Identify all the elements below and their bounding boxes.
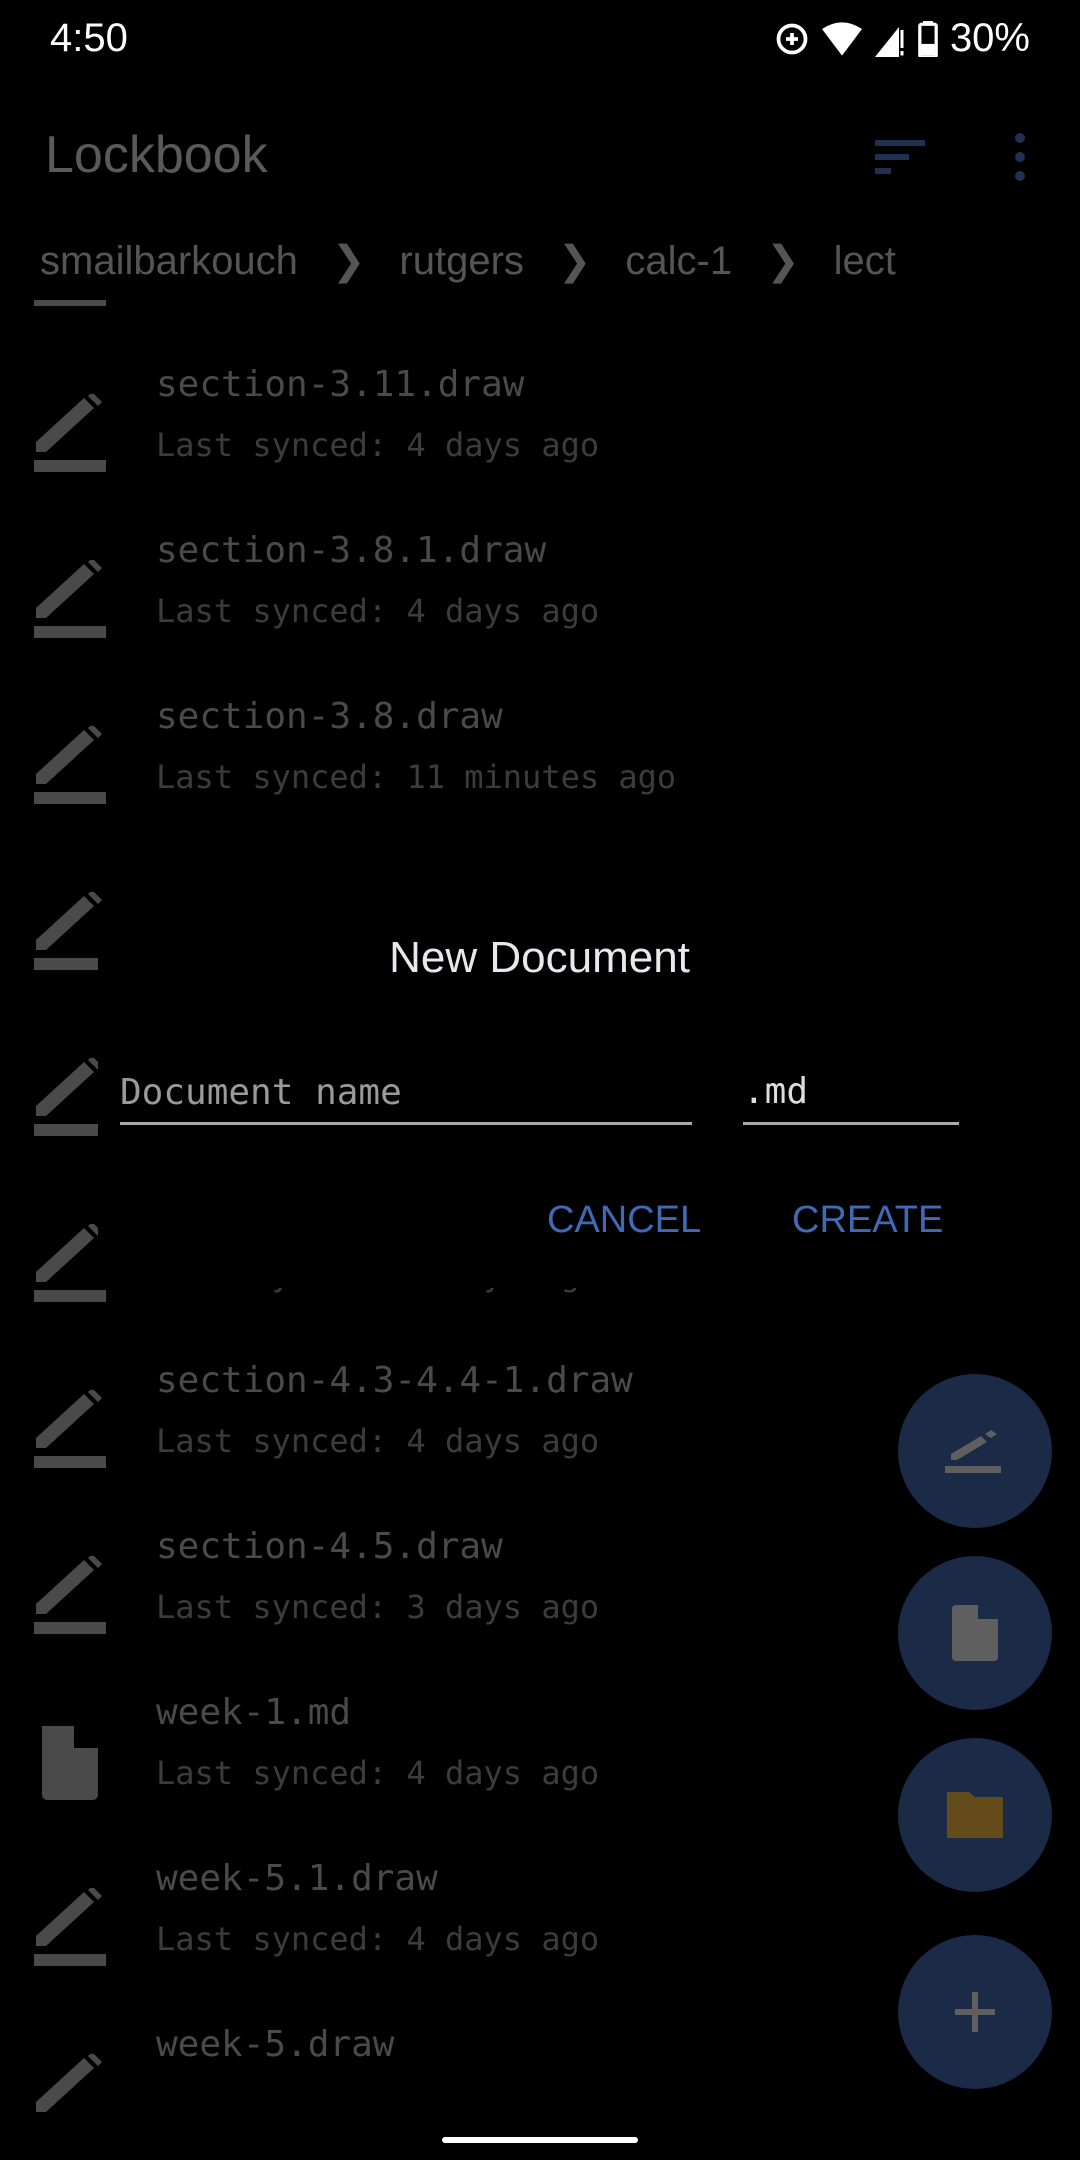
last-synced: Last synced: 3 days ago — [156, 1588, 600, 1626]
draw-icon — [34, 724, 106, 806]
last-synced: Last synced: 4 days ago — [156, 1422, 600, 1460]
draw-icon — [34, 890, 106, 972]
document-icon — [952, 1605, 998, 1661]
file-name: week-5.1.draw — [156, 1858, 438, 1899]
draw-icon — [34, 300, 106, 308]
extension-field[interactable]: .md — [743, 1063, 959, 1125]
battery-level: 30% — [949, 16, 1030, 60]
cancel-button[interactable]: CANCEL — [547, 1199, 701, 1242]
file-name: section-3.8.1.draw — [156, 530, 547, 571]
create-button[interactable]: CREATE — [792, 1199, 943, 1242]
new-folder-fab[interactable] — [898, 1738, 1052, 1892]
app-title: Lockbook — [45, 126, 268, 184]
draw-icon — [34, 1886, 106, 1968]
last-synced: Last synced: 4 days ago — [156, 426, 600, 464]
file-name: section-4.5.draw — [156, 1526, 503, 1567]
file-name: section-4.3-4.4-1.draw — [156, 1360, 633, 1401]
status-time: 4:50 — [50, 16, 128, 60]
status-icons: 30% — [774, 16, 1030, 61]
new-document-fab[interactable] — [898, 1556, 1052, 1710]
add-fab[interactable] — [898, 1935, 1052, 2089]
last-synced: Last synced: 11 minutes ago — [156, 758, 677, 796]
signal-icon — [874, 26, 904, 57]
more-options-icon[interactable] — [1005, 132, 1035, 182]
breadcrumb-item[interactable]: rutgers — [399, 239, 524, 284]
chevron-right-icon: ❯ — [331, 239, 366, 283]
file-list-item[interactable]: Last synced: 4 days ago — [0, 300, 1080, 354]
breadcrumb-item[interactable]: smailbarkouch — [40, 239, 298, 284]
last-synced: Last synced: 4 days ago — [156, 1920, 600, 1958]
draw-icon — [34, 2052, 106, 2120]
last-synced: Last synced: 4 days ago — [156, 592, 600, 630]
draw-icon — [945, 1430, 1001, 1473]
chevron-right-icon: ❯ — [766, 239, 800, 283]
data-saver-icon — [776, 23, 808, 54]
new-drawing-fab[interactable] — [898, 1374, 1052, 1528]
breadcrumb: smailbarkouch ❯ rutgers ❯ calc-1 ❯ lect — [40, 238, 896, 284]
plus-icon — [955, 1992, 995, 2032]
draw-icon — [34, 1222, 106, 1304]
folder-icon — [947, 1792, 1003, 1838]
draw-icon — [34, 1388, 106, 1470]
chevron-right-icon: ❯ — [557, 239, 592, 283]
new-document-dialog: New Document .md CANCEL CREATE — [98, 903, 981, 1288]
home-indicator[interactable] — [442, 2137, 638, 2143]
draw-icon — [34, 392, 106, 474]
sort-icon[interactable] — [875, 138, 925, 178]
document-icon — [34, 1722, 106, 1802]
file-list-item[interactable]: section-3.11.draw Last synced: 4 days ag… — [0, 354, 1080, 520]
file-name: week-5.draw — [156, 2024, 395, 2065]
breadcrumb-item[interactable]: calc-1 — [625, 239, 732, 284]
last-synced: Last synced: 4 days ago — [156, 1754, 600, 1792]
breadcrumb-item[interactable]: lect — [834, 239, 896, 284]
file-list-item[interactable]: section-3.8.1.draw Last synced: 4 days a… — [0, 520, 1080, 686]
draw-icon — [34, 1554, 106, 1636]
status-bar: 4:50 30% — [0, 0, 1080, 80]
file-list-item[interactable]: section-3.8.draw Last synced: 11 minutes… — [0, 686, 1080, 852]
draw-icon — [34, 558, 106, 640]
file-name: week-1.md — [156, 1692, 352, 1733]
draw-icon — [34, 1056, 106, 1138]
battery-icon — [918, 20, 938, 57]
wifi-icon — [821, 21, 862, 56]
document-name-input[interactable] — [120, 1063, 692, 1125]
file-name: section-3.11.draw — [156, 364, 525, 405]
dialog-title: New Document — [389, 933, 690, 982]
file-name: section-3.8.draw — [156, 696, 503, 737]
